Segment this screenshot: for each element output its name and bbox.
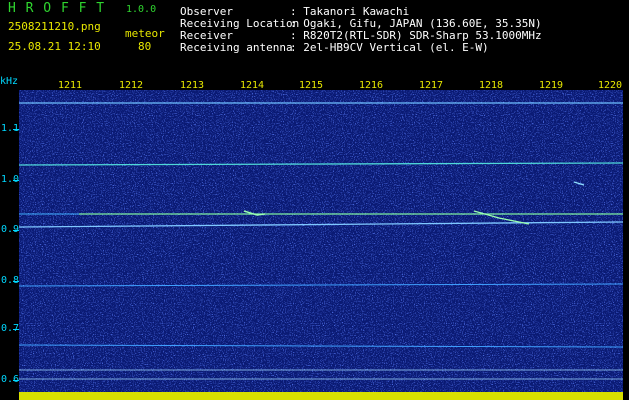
app-logo: H R O F F T xyxy=(8,1,106,16)
spectrogram-svg xyxy=(19,90,623,394)
y-axis-unit: kHz xyxy=(0,76,19,87)
date-time: 25.08.21 12:10 xyxy=(8,40,101,53)
antenna-key: Receiving antenna xyxy=(180,41,293,54)
meteor-count: 80 xyxy=(138,40,152,53)
signal-level-bar xyxy=(19,392,623,400)
meteor-label: meteor xyxy=(125,27,165,40)
spectrogram-plot xyxy=(19,90,623,394)
app-version: 1.0.0 xyxy=(126,4,157,15)
noise-texture xyxy=(19,90,623,394)
antenna-value: : 2el-HB9CV Vertical (el. E-W) xyxy=(290,41,489,54)
hrofft-window: H R O F F T 1.0.0 2508211210.png 25.08.2… xyxy=(0,0,629,400)
file-name: 2508211210.png xyxy=(8,20,101,33)
